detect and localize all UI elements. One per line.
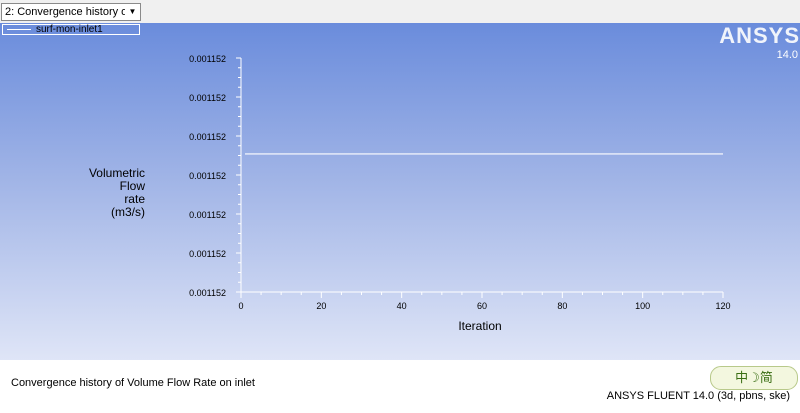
window-toolbar: 2: Convergence history of Vo ▼ [0,0,800,24]
chevron-down-icon[interactable]: ▼ [125,4,140,20]
graphics-window-select-value: 2: Convergence history of Vo [5,6,125,18]
y-tick-label: 0.001152 [189,171,226,181]
y-tick-label: 0.001152 [189,249,226,259]
ime-text: 中☽简 [735,370,773,385]
y-tick-label: 0.001152 [189,54,226,64]
y-tick-label: 0.001152 [189,132,226,142]
y-tick-label: 0.001152 [189,93,226,103]
x-axis-label: Iteration [458,319,502,333]
x-tick-label: 80 [557,301,567,311]
x-tick-label: 20 [316,301,326,311]
ime-toolbar[interactable]: 中☽简 [710,366,798,390]
x-tick-label: 120 [715,301,730,311]
x-tick-label: 60 [477,301,487,311]
plot-area[interactable]: surf-mon-inlet1 ANSYS 14.0 0.001152 0.001… [0,23,800,360]
x-tick-label: 100 [635,301,650,311]
caption-area: Convergence history of Volume Flow Rate … [0,360,800,413]
product-version-label: ANSYS FLUENT 14.0 (3d, pbns, ske) [606,390,790,402]
y-tick-label: 0.001152 [189,288,226,298]
y-tick-label: 0.001152 [189,210,226,220]
graphics-window-select[interactable]: 2: Convergence history of Vo ▼ [1,3,141,21]
y-axis-label: Volumetric Flow rate (m3/s) [70,167,145,219]
x-tick-label: 40 [397,301,407,311]
y-axis-label-line: (m3/s) [111,205,145,219]
x-tick-label: 0 [238,301,243,311]
plot-caption: Convergence history of Volume Flow Rate … [11,377,255,389]
